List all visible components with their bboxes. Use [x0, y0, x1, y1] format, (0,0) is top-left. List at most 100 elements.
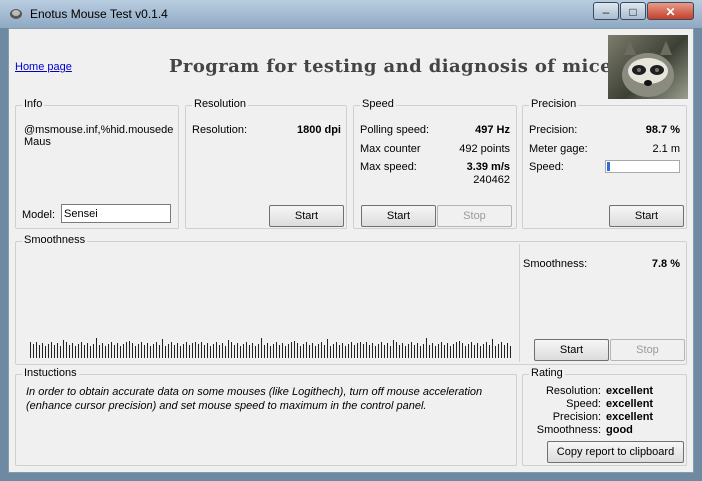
smoothness-tick	[489, 345, 490, 358]
title-bar: Enotus Mouse Test v0.1.4 – □ ✕	[0, 0, 702, 28]
smoothness-tick	[288, 344, 289, 358]
smoothness-tick	[72, 343, 73, 358]
smoothness-tick	[51, 342, 52, 358]
smoothness-tick	[228, 340, 229, 358]
precision-start-button[interactable]: Start	[609, 205, 684, 227]
smoothness-tick	[207, 343, 208, 358]
rating-speed-value: excellent	[606, 398, 654, 410]
rating-group: Rating Resolution: excellent Speed: exce…	[522, 367, 687, 466]
smoothness-start-button[interactable]: Start	[534, 339, 609, 361]
smoothness-tick	[429, 345, 430, 358]
smoothness-tick	[279, 345, 280, 358]
smoothness-tick	[96, 338, 97, 358]
smoothness-tick	[45, 346, 46, 358]
smoothness-tick	[210, 346, 211, 358]
smoothness-tick	[66, 342, 67, 358]
max-speed-label: Max speed:	[360, 161, 417, 173]
smoothness-tick	[276, 342, 277, 358]
smoothness-tick	[273, 344, 274, 358]
smoothness-tick	[327, 339, 328, 358]
smoothness-tick	[420, 346, 421, 358]
smoothness-tick	[75, 346, 76, 358]
precision-label: Precision:	[529, 124, 578, 136]
smoothness-tick	[423, 344, 424, 358]
smoothness-tick	[444, 345, 445, 358]
precision-group: Precision Precision: 98.7 % Meter gage: …	[522, 98, 687, 229]
smoothness-tick	[282, 343, 283, 358]
smoothness-tick	[69, 345, 70, 358]
smoothness-tick	[381, 342, 382, 358]
smoothness-tick	[36, 342, 37, 358]
smoothness-tick	[354, 345, 355, 358]
smoothness-tick	[189, 345, 190, 358]
smoothness-tick	[153, 344, 154, 358]
smoothness-tick	[195, 342, 196, 358]
smoothness-tick	[201, 342, 202, 358]
max-counter-label: Max counter	[360, 143, 421, 155]
maximize-button[interactable]: □	[620, 2, 646, 20]
smoothness-tick	[60, 346, 61, 358]
smoothness-tick	[399, 345, 400, 358]
smoothness-tick	[258, 344, 259, 358]
close-button[interactable]: ✕	[647, 2, 694, 20]
smoothness-tick	[408, 344, 409, 358]
instructions-text: In order to obtain accurate data on some…	[26, 386, 483, 412]
instructions-title: Instuctions	[22, 367, 79, 379]
window-title: Enotus Mouse Test v0.1.4	[30, 7, 168, 21]
smoothness-tick	[174, 345, 175, 358]
smoothness-tick	[132, 343, 133, 358]
smoothness-tick	[264, 345, 265, 358]
copy-report-button[interactable]: Copy report to clipboard	[547, 441, 684, 463]
smoothness-tick	[300, 346, 301, 358]
smoothness-tick	[168, 344, 169, 358]
raw-counter-value: 240462	[473, 174, 510, 186]
smoothness-tick	[261, 338, 262, 358]
resolution-start-button[interactable]: Start	[269, 205, 344, 227]
page-heading: Program for testing and diagnosis of mic…	[169, 56, 613, 77]
model-input[interactable]	[61, 204, 171, 223]
smoothness-tick	[333, 344, 334, 358]
smoothness-tick	[219, 345, 220, 358]
smoothness-tick	[348, 344, 349, 358]
smoothness-tick	[54, 345, 55, 358]
polling-speed-label: Polling speed:	[360, 124, 430, 136]
smoothness-tick	[339, 345, 340, 358]
resolution-label: Resolution:	[192, 124, 248, 136]
speed-stop-button[interactable]: Stop	[437, 205, 512, 227]
speed-start-button[interactable]: Start	[361, 205, 436, 227]
minimize-button[interactable]: –	[593, 2, 619, 20]
smoothness-tick	[255, 346, 256, 358]
smoothness-tick	[342, 343, 343, 358]
smoothness-tick	[186, 342, 187, 358]
instructions-group: Instuctions In order to obtain accurate …	[15, 367, 517, 466]
home-page-link[interactable]: Home page	[15, 61, 72, 73]
smoothness-tick	[78, 344, 79, 358]
smoothness-tick	[441, 342, 442, 358]
rating-precision-value: excellent	[606, 411, 654, 423]
smoothness-tick	[369, 345, 370, 358]
smoothness-tick	[198, 344, 199, 358]
device-id: @msmouse.inf,%hid.mousede	[24, 124, 174, 136]
smoothness-tick	[105, 346, 106, 358]
smoothness-tick	[393, 340, 394, 358]
smoothness-tick	[294, 341, 295, 358]
speed-group: Speed Polling speed: 497 Hz Max counter …	[353, 98, 517, 229]
smoothness-tick	[63, 340, 64, 358]
smoothness-tick	[108, 344, 109, 358]
smoothness-tick	[162, 339, 163, 358]
smoothness-stop-button[interactable]: Stop	[610, 339, 685, 361]
smoothness-tick	[138, 344, 139, 358]
smoothness-tick	[159, 345, 160, 358]
info-title: Info	[22, 98, 45, 110]
smoothness-tick	[417, 343, 418, 358]
smoothness-tick	[165, 346, 166, 358]
smoothness-tick	[222, 343, 223, 358]
smoothness-tick	[456, 342, 457, 358]
smoothness-tick	[141, 342, 142, 358]
smoothness-tick	[216, 342, 217, 358]
smoothness-bars	[28, 336, 514, 358]
smoothness-tick	[135, 346, 136, 358]
smoothness-tick	[87, 343, 88, 358]
smoothness-tick	[234, 345, 235, 358]
smoothness-tick	[183, 344, 184, 358]
